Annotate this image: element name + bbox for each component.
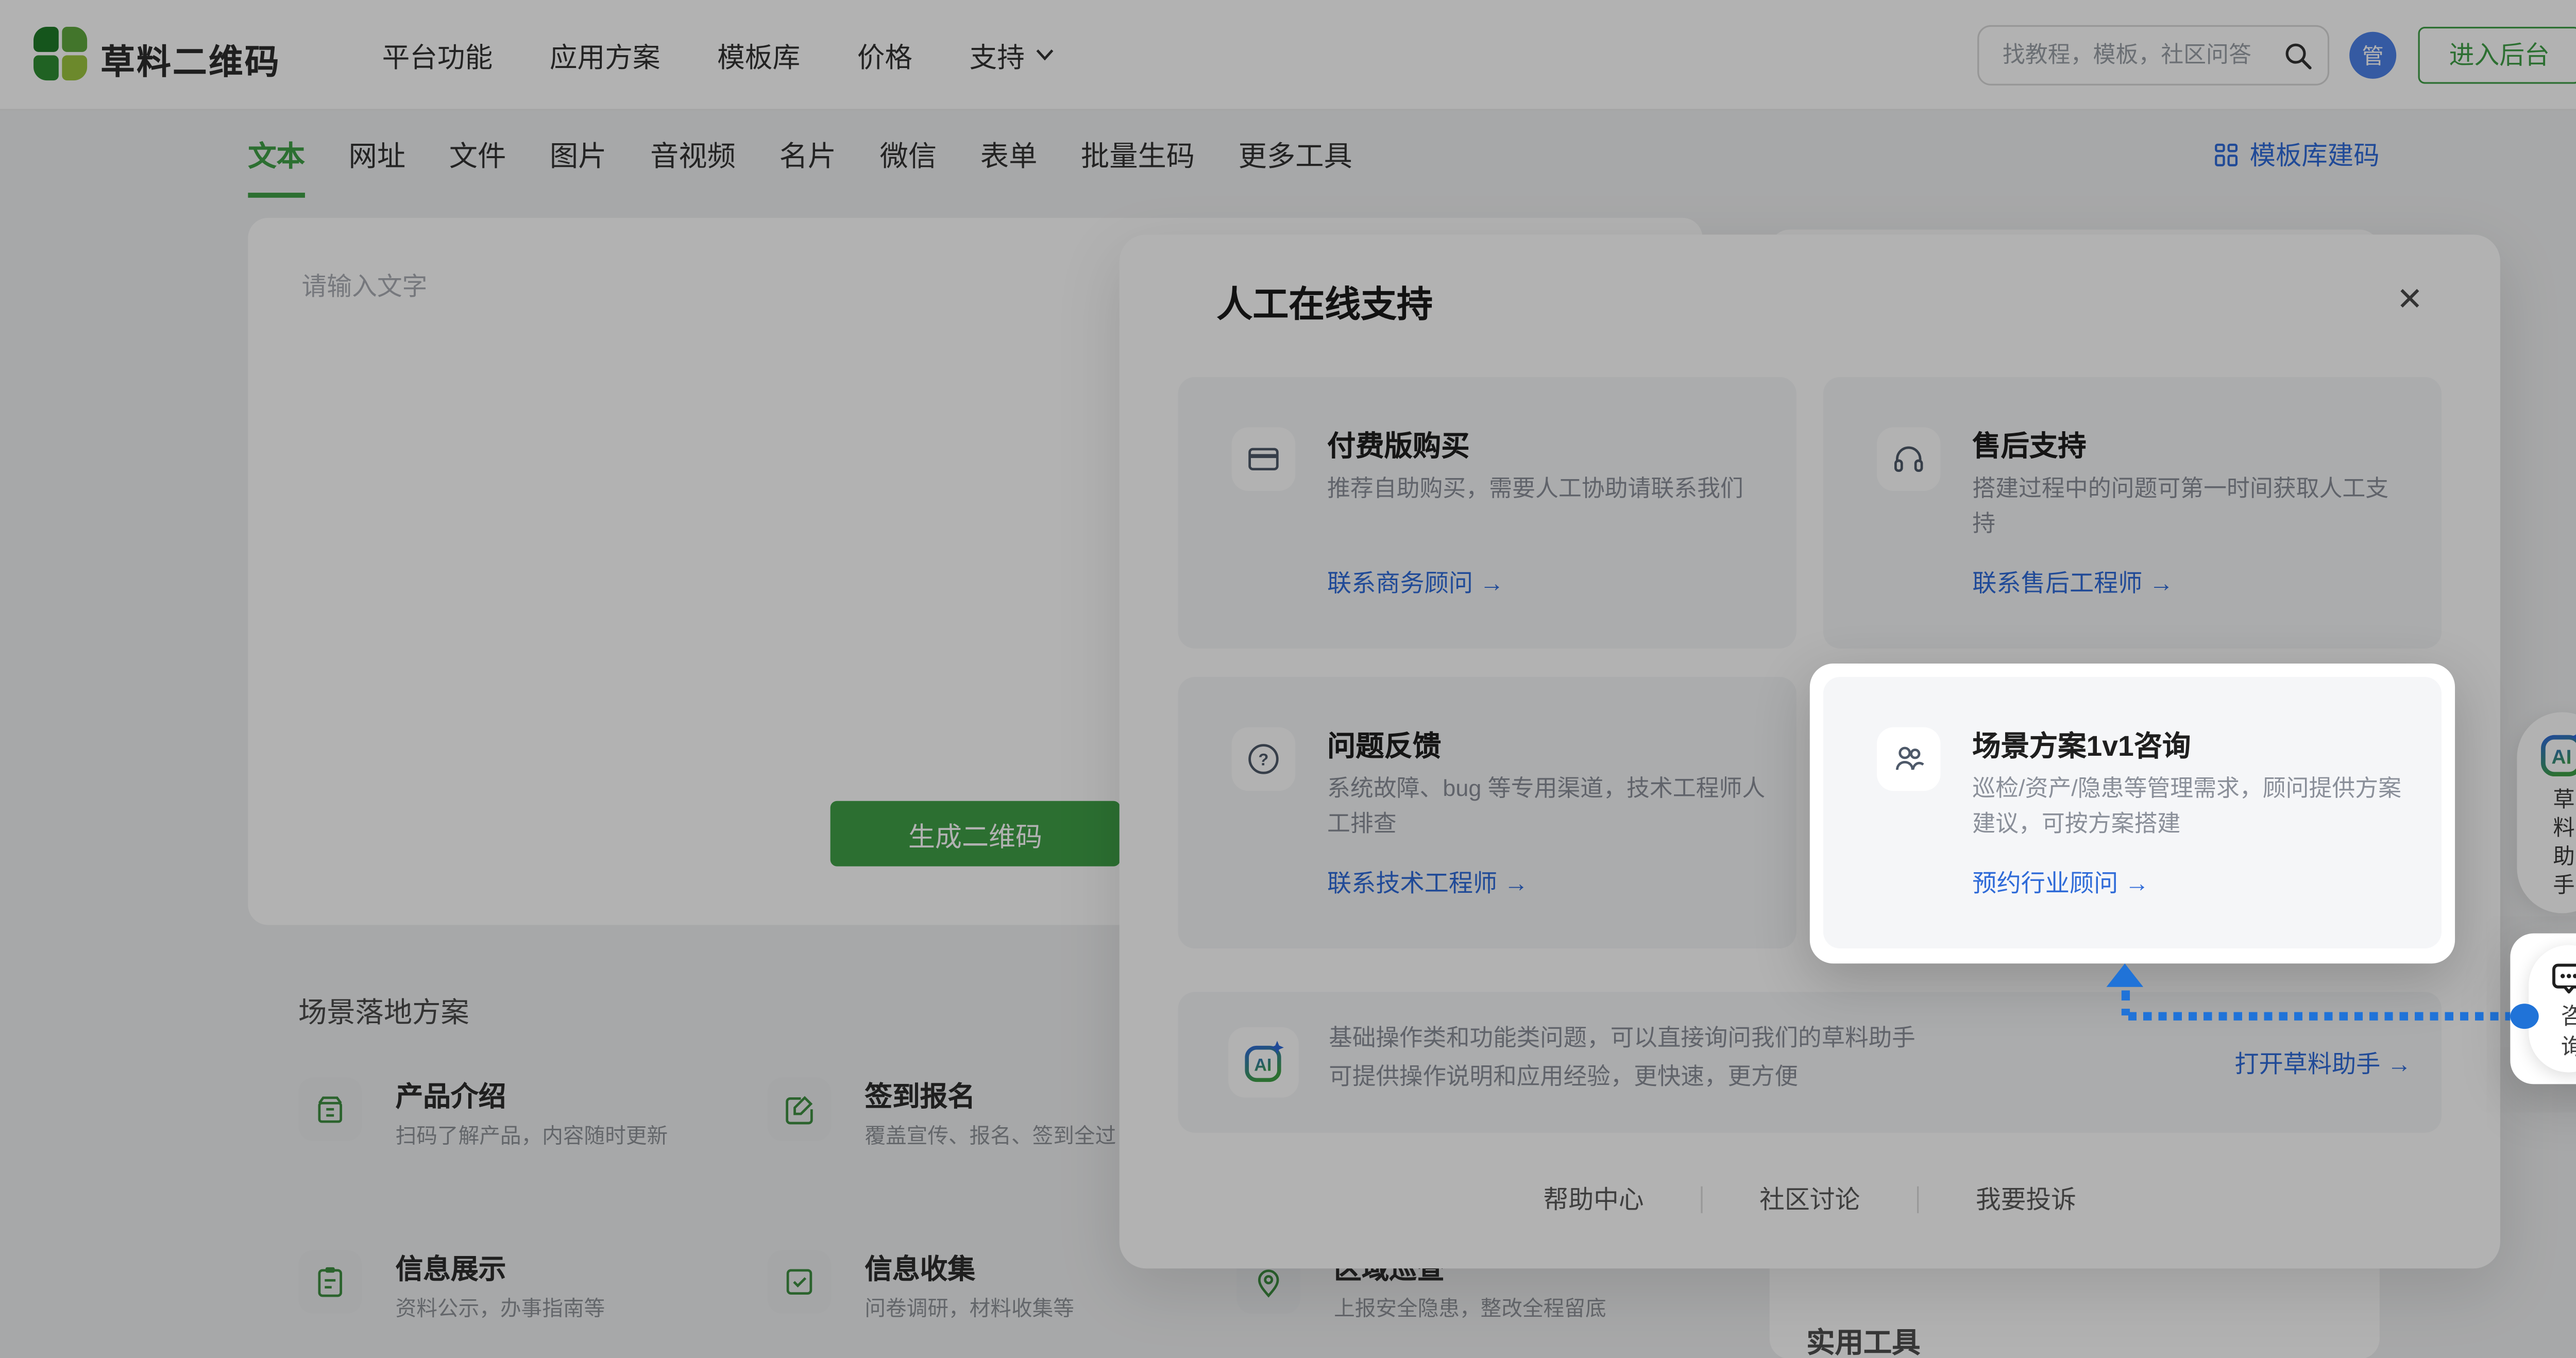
book-consultant-link[interactable]: 预约行业顾问 → — [1972, 864, 2149, 899]
consult-label: 咨询 — [2557, 1004, 2576, 1066]
card-scene-consult: 场景方案1v1咨询 巡检/资产/隐患等管理需求，顾问提供方案建议，可按方案搭建 … — [1823, 677, 2442, 948]
dotted-line-horizontal — [2128, 1012, 2514, 1021]
users-icon — [1876, 727, 1941, 791]
arrow-right-icon: → — [2125, 871, 2149, 898]
spotlight-scene-consult: 场景方案1v1咨询 巡检/资产/隐患等管理需求，顾问提供方案建议，可按方案搭建 … — [1809, 664, 2455, 964]
arrow-up-annotation — [2106, 963, 2144, 987]
chat-bubble-icon — [2552, 963, 2576, 994]
blue-dot-annotation — [2510, 1004, 2539, 1029]
page: 草料二维码 平台功能 应用方案 模板库 价格 支持 管 进入后台 文本 网址 文… — [0, 0, 2576, 1358]
